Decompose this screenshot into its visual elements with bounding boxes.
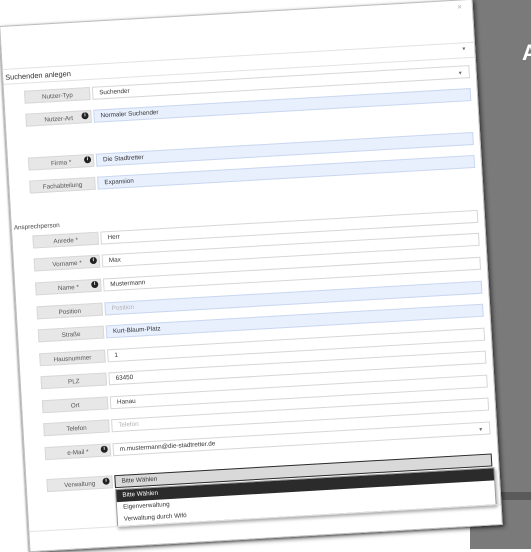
backdrop-heading-letter: A (522, 40, 531, 65)
field-label-plz: PLZ (40, 372, 108, 390)
field-label-position: Position (36, 302, 104, 320)
chevron-down-icon: ▼ (457, 70, 463, 77)
field-label-fachabteilung: Fachabteilung (29, 176, 96, 194)
section-ansprechperson: Ansprechperson (13, 221, 60, 232)
chevron-down-icon: ▼ (461, 46, 467, 53)
input-value-vorname: Max (108, 256, 121, 265)
field-label-hausnummer: Hausnummer (39, 349, 106, 367)
input-value-nutzer-art: Normaler Suchender (100, 109, 159, 120)
input-value-straße: Kurt-Blaum-Platz (112, 325, 161, 336)
field-label-telefon: Telefon (43, 419, 110, 437)
field-label-nutzer-typ: Nutzer-Typ (23, 86, 91, 104)
close-icon[interactable]: × (457, 2, 462, 11)
input-value-anrede: Herr (107, 233, 121, 242)
create-seeker-modal: × Suchenden anlegen ▼ Nutzer-Typ Suchende… (0, 0, 503, 552)
input-value-fachabteilung: Expansion (104, 177, 134, 187)
input-value-name: Mustermann (110, 279, 146, 289)
input-value-telefon: Telefon (118, 420, 139, 429)
field-label-anrede: Anrede * (32, 231, 99, 249)
input-value-plz: 63450 (115, 373, 134, 382)
field-label-straße: Straße (37, 325, 105, 343)
input-value-firma: Die Stadtretter (102, 153, 144, 164)
modal-title: Suchenden anlegen (4, 69, 72, 82)
input-value-position: Position (111, 303, 135, 313)
input-value-verwaltung: Bitte Wählen (121, 475, 158, 485)
field-label-ort: Ort (41, 396, 109, 414)
input-value-hausnummer: 1 (114, 351, 119, 359)
chevron-down-icon: ▼ (478, 426, 484, 434)
input-value-ort: Hanau (116, 397, 136, 406)
input-value-e-mail: m.mustermann@die-stadtretter.de (119, 440, 216, 453)
input-value-nutzer-typ: Suchender (99, 87, 130, 97)
seeker-form: Nutzer-Typ Suchender ▼ Nutzer-Art i Normaler … (0, 0, 493, 493)
